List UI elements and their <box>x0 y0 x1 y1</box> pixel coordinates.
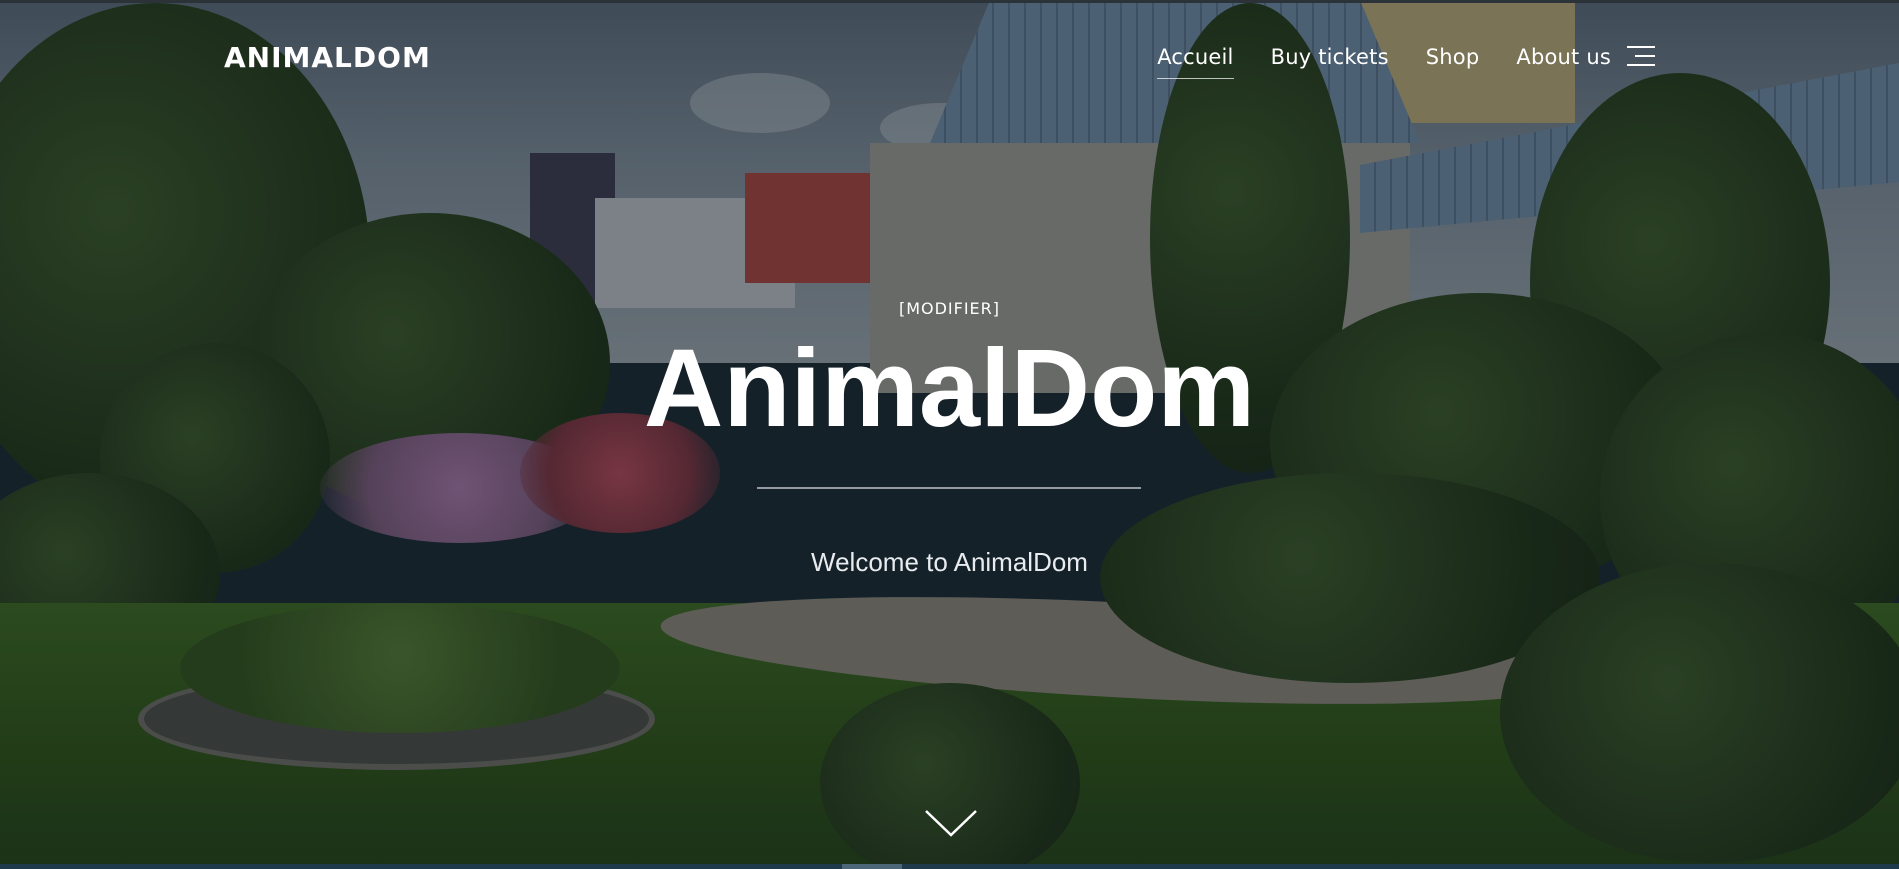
edit-kicker[interactable]: [MODIFIER] <box>0 299 1899 318</box>
scroll-indicator[interactable] <box>842 864 902 869</box>
nav-item-about-us[interactable]: About us <box>1516 45 1611 79</box>
main-menu: Accueil Buy tickets Shop About us <box>1157 45 1611 79</box>
hero-section: ANIMALDOM Accueil Buy tickets Shop About… <box>0 0 1899 864</box>
hero-title: AnimalDom <box>643 327 1256 450</box>
bottom-scroll-bar <box>0 864 1899 869</box>
site-logo[interactable]: ANIMALDOM <box>224 41 431 74</box>
nav-item-buy-tickets[interactable]: Buy tickets <box>1271 45 1389 79</box>
chevron-down-icon[interactable] <box>923 807 979 841</box>
hero-subtitle: Welcome to AnimalDom <box>811 547 1088 577</box>
hamburger-menu-icon[interactable] <box>1627 46 1655 68</box>
nav-item-shop[interactable]: Shop <box>1426 45 1480 79</box>
top-navigation: ANIMALDOM Accueil Buy tickets Shop About… <box>0 3 1899 113</box>
nav-item-accueil[interactable]: Accueil <box>1157 45 1234 79</box>
title-divider <box>757 487 1141 489</box>
